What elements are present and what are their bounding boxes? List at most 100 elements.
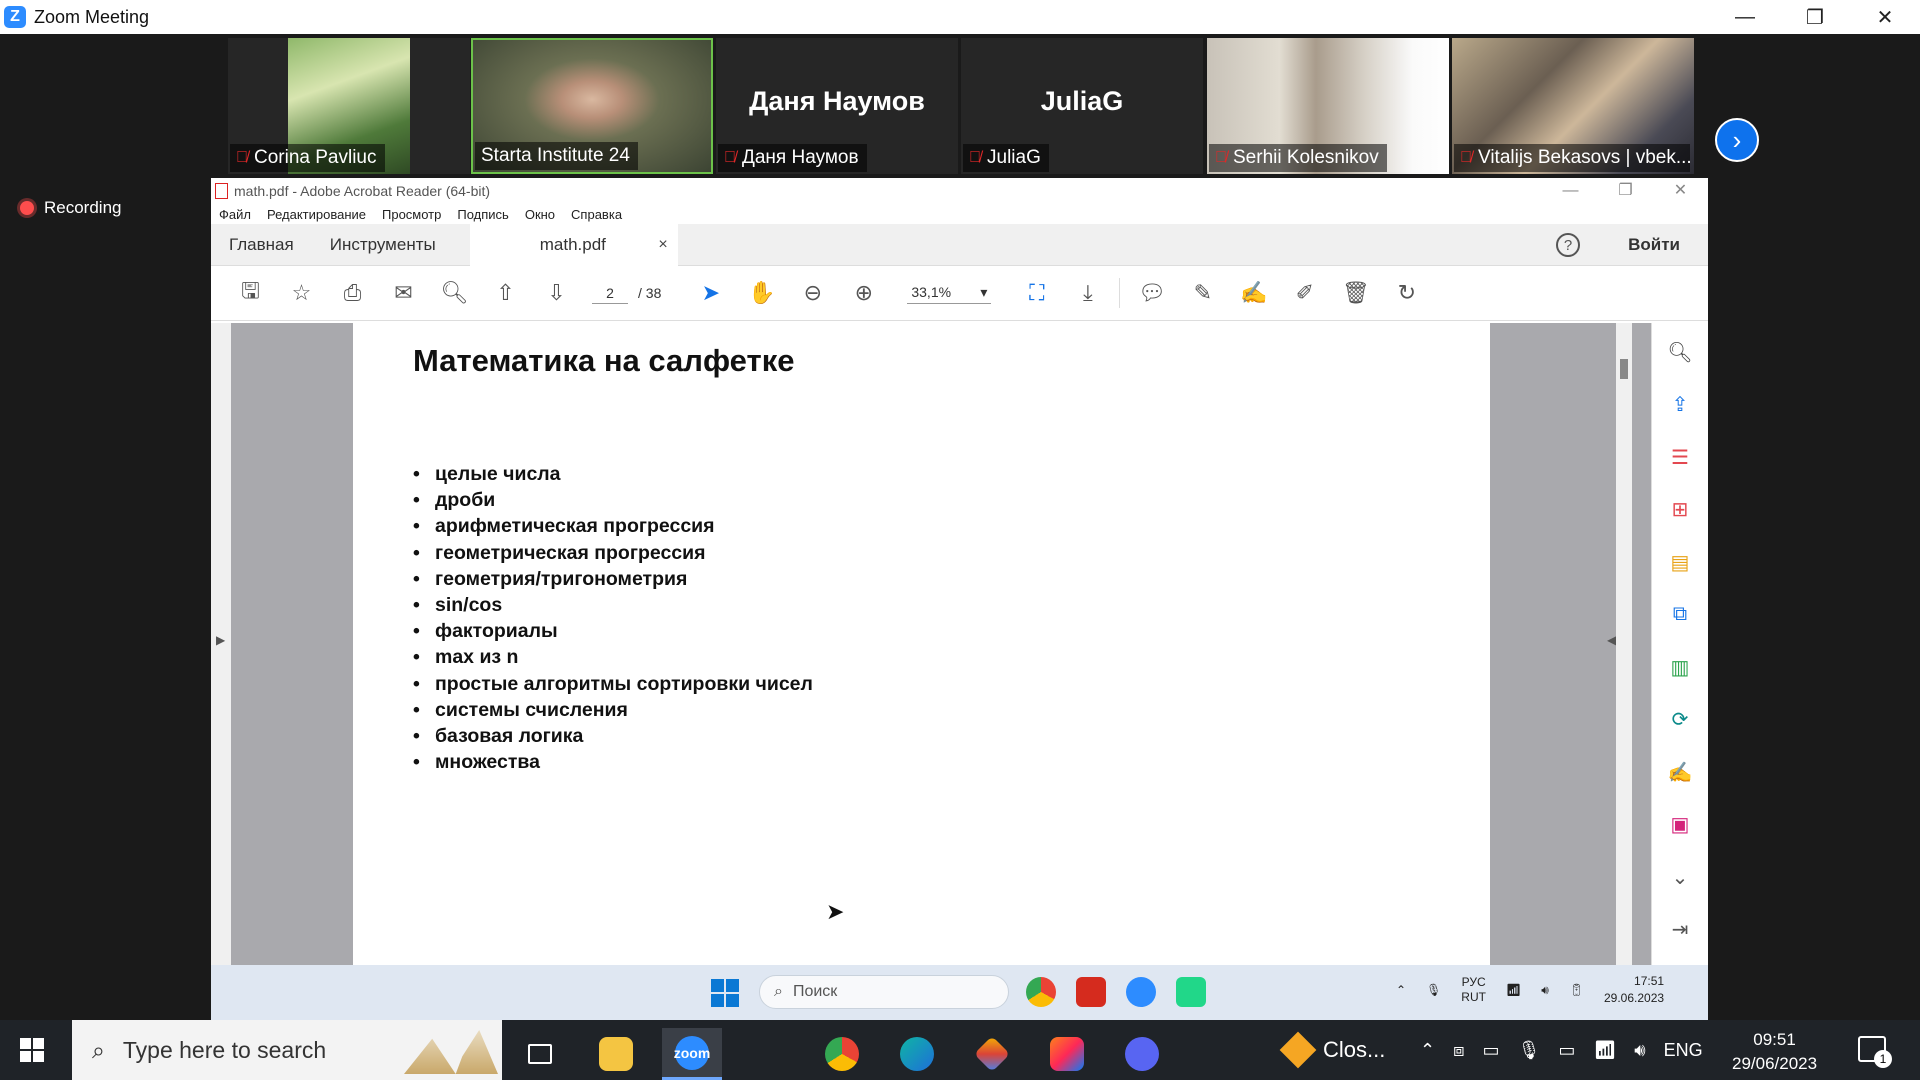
comment-icon[interactable]: 💬︎ — [1126, 273, 1177, 313]
participant-tile-vitalijs[interactable]: 🎙̸ Vitalijs Bekasovs | vbek... — [1452, 38, 1694, 174]
tab-home[interactable]: Главная — [211, 224, 312, 266]
protect-icon[interactable]: ▣ — [1662, 808, 1698, 843]
page-down-icon[interactable]: ⇩ — [531, 273, 582, 313]
participant-tile-serhii[interactable]: 🎙̸ Serhii Kolesnikov — [1207, 38, 1449, 174]
file-explorer-icon[interactable] — [586, 1028, 646, 1080]
highlight-icon[interactable]: ✎ — [1177, 273, 1228, 313]
chevron-up-icon[interactable]: ⌃ — [1396, 983, 1406, 997]
organize-pages-icon[interactable]: ☰ — [1662, 440, 1698, 475]
participant-tile-juliag[interactable]: JuliaG 🎙̸ JuliaG — [961, 38, 1203, 174]
close-button[interactable]: ✕ — [1850, 0, 1920, 34]
scroll-mode-icon[interactable]: ⤓ — [1062, 273, 1113, 313]
chevron-up-icon[interactable]: ⌃ — [1420, 1040, 1435, 1061]
discord-taskbar-icon[interactable] — [1112, 1028, 1172, 1080]
zoom-in-icon[interactable]: ⊕ — [838, 273, 889, 313]
participant-tile-danya[interactable]: Даня Наумов 🎙̸ Даня Наумов — [716, 38, 958, 174]
rotate-icon[interactable]: ↻ — [1381, 273, 1432, 313]
menu-file[interactable]: Файл — [219, 207, 251, 222]
shared-clock[interactable]: 17:51 29.06.2023 — [1604, 973, 1664, 1007]
participant-tile-corina[interactable]: 🎙̸ Corina Pavliuc — [228, 38, 470, 174]
microphone-icon[interactable]: 🎙︎ — [1518, 1040, 1541, 1061]
chrome-icon[interactable] — [1026, 977, 1056, 1007]
zoom-taskbar-icon[interactable]: zoom — [662, 1028, 722, 1080]
expand-more-icon[interactable]: ⌄ — [1662, 860, 1698, 895]
sign-icon[interactable]: ✍ — [1228, 273, 1279, 313]
zoom-out-icon[interactable]: ⊖ — [787, 273, 838, 313]
menu-sign[interactable]: Подпись — [457, 207, 508, 222]
windows-start-icon[interactable] — [20, 1038, 44, 1062]
combine-files-icon[interactable]: ⧉ — [1662, 598, 1698, 633]
zoom-app-icon[interactable] — [1126, 977, 1156, 1007]
minimize-button[interactable]: — — [1710, 0, 1780, 34]
task-view-icon[interactable] — [510, 1028, 570, 1080]
menu-edit[interactable]: Редактирование — [267, 207, 366, 222]
edit-pdf-icon[interactable]: ✐ — [1279, 273, 1330, 313]
collapse-panel-icon[interactable]: ⇥ — [1662, 913, 1698, 948]
zoom-search-icon[interactable]: 🔍︎ — [1662, 335, 1698, 370]
scrollbar-thumb[interactable] — [1620, 359, 1628, 379]
export-pdf-icon[interactable]: ⇪ — [1662, 388, 1698, 423]
volume-icon[interactable]: 🔊︎ — [1634, 1040, 1645, 1061]
acrobat-close-button[interactable]: ✕ — [1653, 178, 1708, 204]
notification-icon[interactable]: 1 — [1858, 1036, 1892, 1068]
select-cursor-icon[interactable]: ➤ — [685, 273, 736, 313]
intellij-taskbar-icon[interactable] — [1037, 1028, 1097, 1080]
delete-icon[interactable]: 🗑︎ — [1330, 273, 1381, 313]
tab-tools[interactable]: Инструменты — [312, 224, 454, 266]
taskbar-running-app[interactable]: Clos... — [1279, 1020, 1385, 1080]
chevron-right-icon[interactable]: › — [1715, 118, 1759, 162]
windows-start-icon[interactable] — [711, 979, 739, 1007]
tab-document[interactable]: math.pdf × — [469, 223, 678, 266]
screen-icon[interactable]: ▭ — [1483, 1040, 1500, 1061]
close-tab-icon[interactable]: × — [658, 236, 667, 254]
page-number-input[interactable]: 2 — [592, 283, 628, 304]
chrome-taskbar-icon[interactable] — [812, 1028, 872, 1080]
send-review-icon[interactable]: ⟳ — [1662, 703, 1698, 738]
menu-window[interactable]: Окно — [525, 207, 555, 222]
acrobat-minimize-button[interactable]: — — [1543, 178, 1598, 204]
volume-icon[interactable]: 🔊︎ — [1541, 983, 1549, 998]
menu-help[interactable]: Справка — [571, 207, 622, 222]
restore-button[interactable]: ❐ — [1780, 0, 1850, 34]
help-icon[interactable]: ? — [1556, 233, 1580, 257]
microphone-icon[interactable]: 🎙︎ — [1426, 983, 1441, 997]
left-panel-toggle[interactable]: ▶ — [211, 323, 231, 965]
search-icon[interactable]: 🔍︎ — [429, 273, 480, 313]
email-icon[interactable]: ✉ — [378, 273, 429, 313]
chevron-left-icon[interactable]: ◀ — [1607, 633, 1616, 647]
hand-tool-icon[interactable]: ✋ — [736, 273, 787, 313]
vertical-scrollbar[interactable] — [1616, 323, 1632, 965]
taskbar-search-box[interactable]: ⌕ Type here to search — [72, 1020, 502, 1080]
battery-icon[interactable]: 🔋︎ — [1569, 983, 1584, 997]
fit-page-icon[interactable]: ⛶ — [1011, 273, 1062, 313]
acrobat-icon[interactable] — [1076, 977, 1106, 1007]
zoom-level-select[interactable]: 33,1% ▾ — [907, 282, 992, 304]
acrobat-menubar: Файл Редактирование Просмотр Подпись Окн… — [211, 204, 1708, 224]
page-up-icon[interactable]: ⇧ — [480, 273, 531, 313]
git-tool-taskbar-icon[interactable] — [962, 1028, 1022, 1080]
language-indicator[interactable]: ENG — [1664, 1040, 1703, 1061]
list-item: простые алгоритмы сортировки чисел — [413, 671, 1490, 697]
fill-sign-icon[interactable]: ✍ — [1662, 755, 1698, 790]
signin-button[interactable]: Войти — [1628, 235, 1680, 255]
wifi-icon[interactable]: 📶︎ — [1593, 1040, 1616, 1061]
participant-tile-starta[interactable]: Starta Institute 24 — [471, 38, 713, 174]
wifi-icon[interactable]: 📶︎ — [1506, 983, 1521, 997]
comment-tool-icon[interactable]: ▤ — [1662, 545, 1698, 580]
acrobat-restore-button[interactable]: ❐ — [1598, 178, 1653, 204]
taskbar-clock[interactable]: 09:51 29/06/2023 — [1732, 1028, 1817, 1076]
meet-now-icon[interactable]: ⧈ — [1453, 1040, 1464, 1061]
star-icon[interactable]: ☆ — [276, 273, 327, 313]
create-pdf-icon[interactable]: ⊞ — [1662, 493, 1698, 528]
menu-view[interactable]: Просмотр — [382, 207, 441, 222]
pycharm-icon[interactable] — [1176, 977, 1206, 1007]
print-icon[interactable]: ⎙ — [327, 273, 378, 313]
language-indicator[interactable]: РУС RUT — [1461, 975, 1486, 1005]
battery-icon[interactable]: ▭ — [1558, 1040, 1575, 1061]
shared-search-box[interactable]: ⌕ Поиск — [759, 975, 1009, 1009]
list-item: геометрия/тригонометрия — [413, 566, 1490, 592]
save-icon[interactable]: 🖫 — [225, 273, 276, 313]
compress-icon[interactable]: ▥ — [1662, 650, 1698, 685]
edge-taskbar-icon[interactable] — [887, 1028, 947, 1080]
right-tools-panel: 🔍︎ ⇪ ☰ ⊞ ▤ ⧉ ▥ ⟳ ✍ ▣ ⌄ ⇥ — [1651, 323, 1708, 965]
